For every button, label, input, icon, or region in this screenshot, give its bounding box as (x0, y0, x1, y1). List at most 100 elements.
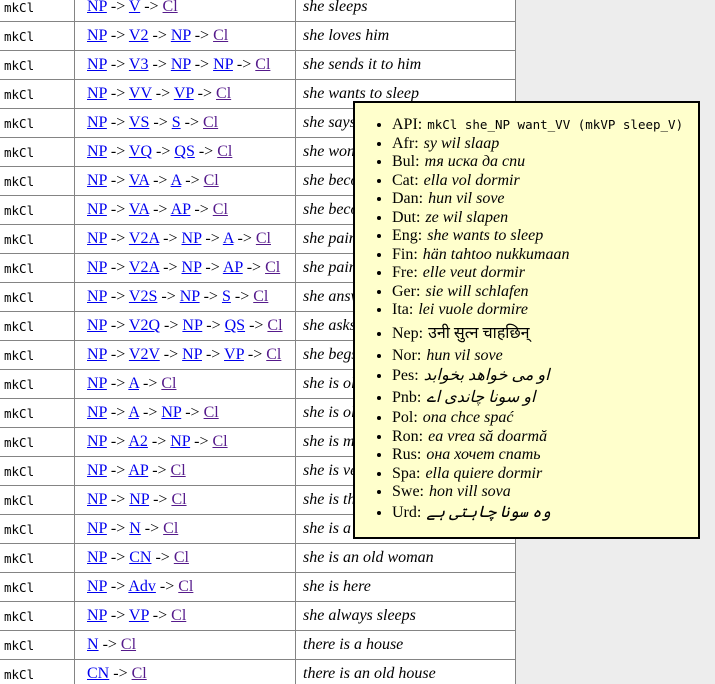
category-link-s[interactable]: S (222, 288, 231, 305)
category-link-v[interactable]: V (129, 0, 140, 15)
category-link-n[interactable]: N (87, 636, 99, 653)
category-link-cl[interactable]: Cl (161, 375, 176, 392)
category-link-cl[interactable]: Cl (163, 520, 178, 537)
arrow-separator: -> (148, 433, 170, 450)
category-link-s[interactable]: S (172, 114, 181, 131)
category-link-n[interactable]: N (129, 520, 141, 537)
category-link-cl[interactable]: Cl (216, 85, 231, 102)
category-link-cl[interactable]: Cl (255, 56, 270, 73)
category-link-va[interactable]: VA (129, 172, 149, 189)
category-link-np[interactable]: NP (170, 433, 190, 450)
category-link-vp[interactable]: VP (224, 346, 244, 363)
category-link-a[interactable]: A (171, 172, 182, 189)
category-link-np[interactable]: NP (182, 259, 202, 276)
category-link-cl[interactable]: Cl (212, 433, 227, 450)
category-link-np[interactable]: NP (161, 404, 181, 421)
category-link-np[interactable]: NP (182, 317, 202, 334)
category-link-cl[interactable]: Cl (171, 607, 186, 624)
category-link-np[interactable]: NP (87, 114, 107, 131)
category-link-np[interactable]: NP (87, 0, 107, 15)
category-link-np[interactable]: NP (87, 462, 107, 479)
category-link-cl[interactable]: Cl (174, 549, 189, 566)
rule-signature: NP -> V2 -> NP -> Cl (87, 27, 228, 45)
category-link-np[interactable]: NP (87, 549, 107, 566)
category-link-a[interactable]: A (128, 375, 139, 392)
category-link-ap[interactable]: AP (223, 259, 243, 276)
arrow-separator: -> (107, 56, 129, 73)
category-link-vv[interactable]: VV (129, 85, 152, 102)
category-link-vq[interactable]: VQ (129, 143, 152, 160)
table-row: mkCl NP -> VP -> Cl she always sleeps (0, 602, 516, 631)
category-link-cl[interactable]: Cl (217, 143, 232, 160)
category-link-cl[interactable]: Cl (267, 317, 282, 334)
category-link-cl[interactable]: Cl (213, 27, 228, 44)
category-link-np[interactable]: NP (87, 346, 107, 363)
category-link-np[interactable]: NP (87, 56, 107, 73)
arrow-separator: -> (107, 201, 129, 218)
category-link-a2[interactable]: A2 (128, 433, 148, 450)
category-link-v2a[interactable]: V2A (129, 230, 159, 247)
category-link-a[interactable]: A (223, 230, 234, 247)
category-link-cl[interactable]: Cl (213, 201, 228, 218)
category-link-cl[interactable]: Cl (132, 665, 147, 682)
category-link-np[interactable]: NP (87, 230, 107, 247)
category-link-cl[interactable]: Cl (204, 404, 219, 421)
category-link-vs[interactable]: VS (129, 114, 149, 131)
category-link-np[interactable]: NP (87, 607, 107, 624)
category-link-np[interactable]: NP (87, 259, 107, 276)
category-link-cl[interactable]: Cl (178, 578, 193, 595)
category-link-v3[interactable]: V3 (129, 56, 149, 73)
category-link-vp[interactable]: VP (129, 607, 149, 624)
category-link-cl[interactable]: Cl (256, 230, 271, 247)
category-link-v2a[interactable]: V2A (129, 259, 159, 276)
category-link-cl[interactable]: Cl (163, 0, 178, 15)
category-link-np[interactable]: NP (87, 520, 107, 537)
category-link-cl[interactable]: Cl (266, 346, 281, 363)
category-link-np[interactable]: NP (171, 56, 191, 73)
category-link-np[interactable]: NP (87, 433, 107, 450)
category-link-np[interactable]: NP (87, 404, 107, 421)
category-link-np[interactable]: NP (171, 27, 191, 44)
category-link-np[interactable]: NP (87, 288, 107, 305)
category-link-np[interactable]: NP (87, 317, 107, 334)
category-link-cl[interactable]: Cl (171, 491, 186, 508)
category-link-np[interactable]: NP (87, 578, 107, 595)
category-link-np[interactable]: NP (87, 143, 107, 160)
category-link-ap[interactable]: AP (171, 201, 191, 218)
category-link-v2s[interactable]: V2S (129, 288, 157, 305)
category-link-np[interactable]: NP (87, 27, 107, 44)
category-link-vp[interactable]: VP (174, 85, 194, 102)
category-link-np[interactable]: NP (182, 346, 202, 363)
category-link-np[interactable]: NP (87, 201, 107, 218)
category-link-qs[interactable]: QS (174, 143, 194, 160)
category-link-ap[interactable]: AP (128, 462, 148, 479)
function-name: mkCl (4, 174, 34, 189)
rule-signature: NP -> VP -> Cl (87, 607, 186, 625)
category-link-va[interactable]: VA (129, 201, 149, 218)
category-link-cl[interactable]: Cl (253, 288, 268, 305)
category-link-cl[interactable]: Cl (171, 462, 186, 479)
category-link-cl[interactable]: Cl (203, 114, 218, 131)
category-link-a[interactable]: A (128, 404, 139, 421)
category-link-qs[interactable]: QS (225, 317, 245, 334)
category-link-v2[interactable]: V2 (129, 27, 149, 44)
category-link-np[interactable]: NP (87, 375, 107, 392)
category-link-cn[interactable]: CN (87, 665, 109, 682)
category-link-np[interactable]: NP (213, 56, 233, 73)
category-link-np[interactable]: NP (87, 172, 107, 189)
arrow-separator: -> (231, 288, 253, 305)
category-link-np[interactable]: NP (180, 288, 200, 305)
category-link-np[interactable]: NP (129, 491, 149, 508)
category-link-adv[interactable]: Adv (128, 578, 156, 595)
category-link-cl[interactable]: Cl (265, 259, 280, 276)
category-link-cl[interactable]: Cl (204, 172, 219, 189)
function-name: mkCl (4, 319, 34, 334)
category-link-cn[interactable]: CN (129, 549, 151, 566)
category-link-np[interactable]: NP (87, 491, 107, 508)
category-link-np[interactable]: NP (87, 85, 107, 102)
category-link-cl[interactable]: Cl (121, 636, 136, 653)
example-cell: she sends it to him (296, 51, 516, 80)
category-link-np[interactable]: NP (182, 230, 202, 247)
category-link-v2q[interactable]: V2Q (129, 317, 160, 334)
category-link-v2v[interactable]: V2V (129, 346, 160, 363)
